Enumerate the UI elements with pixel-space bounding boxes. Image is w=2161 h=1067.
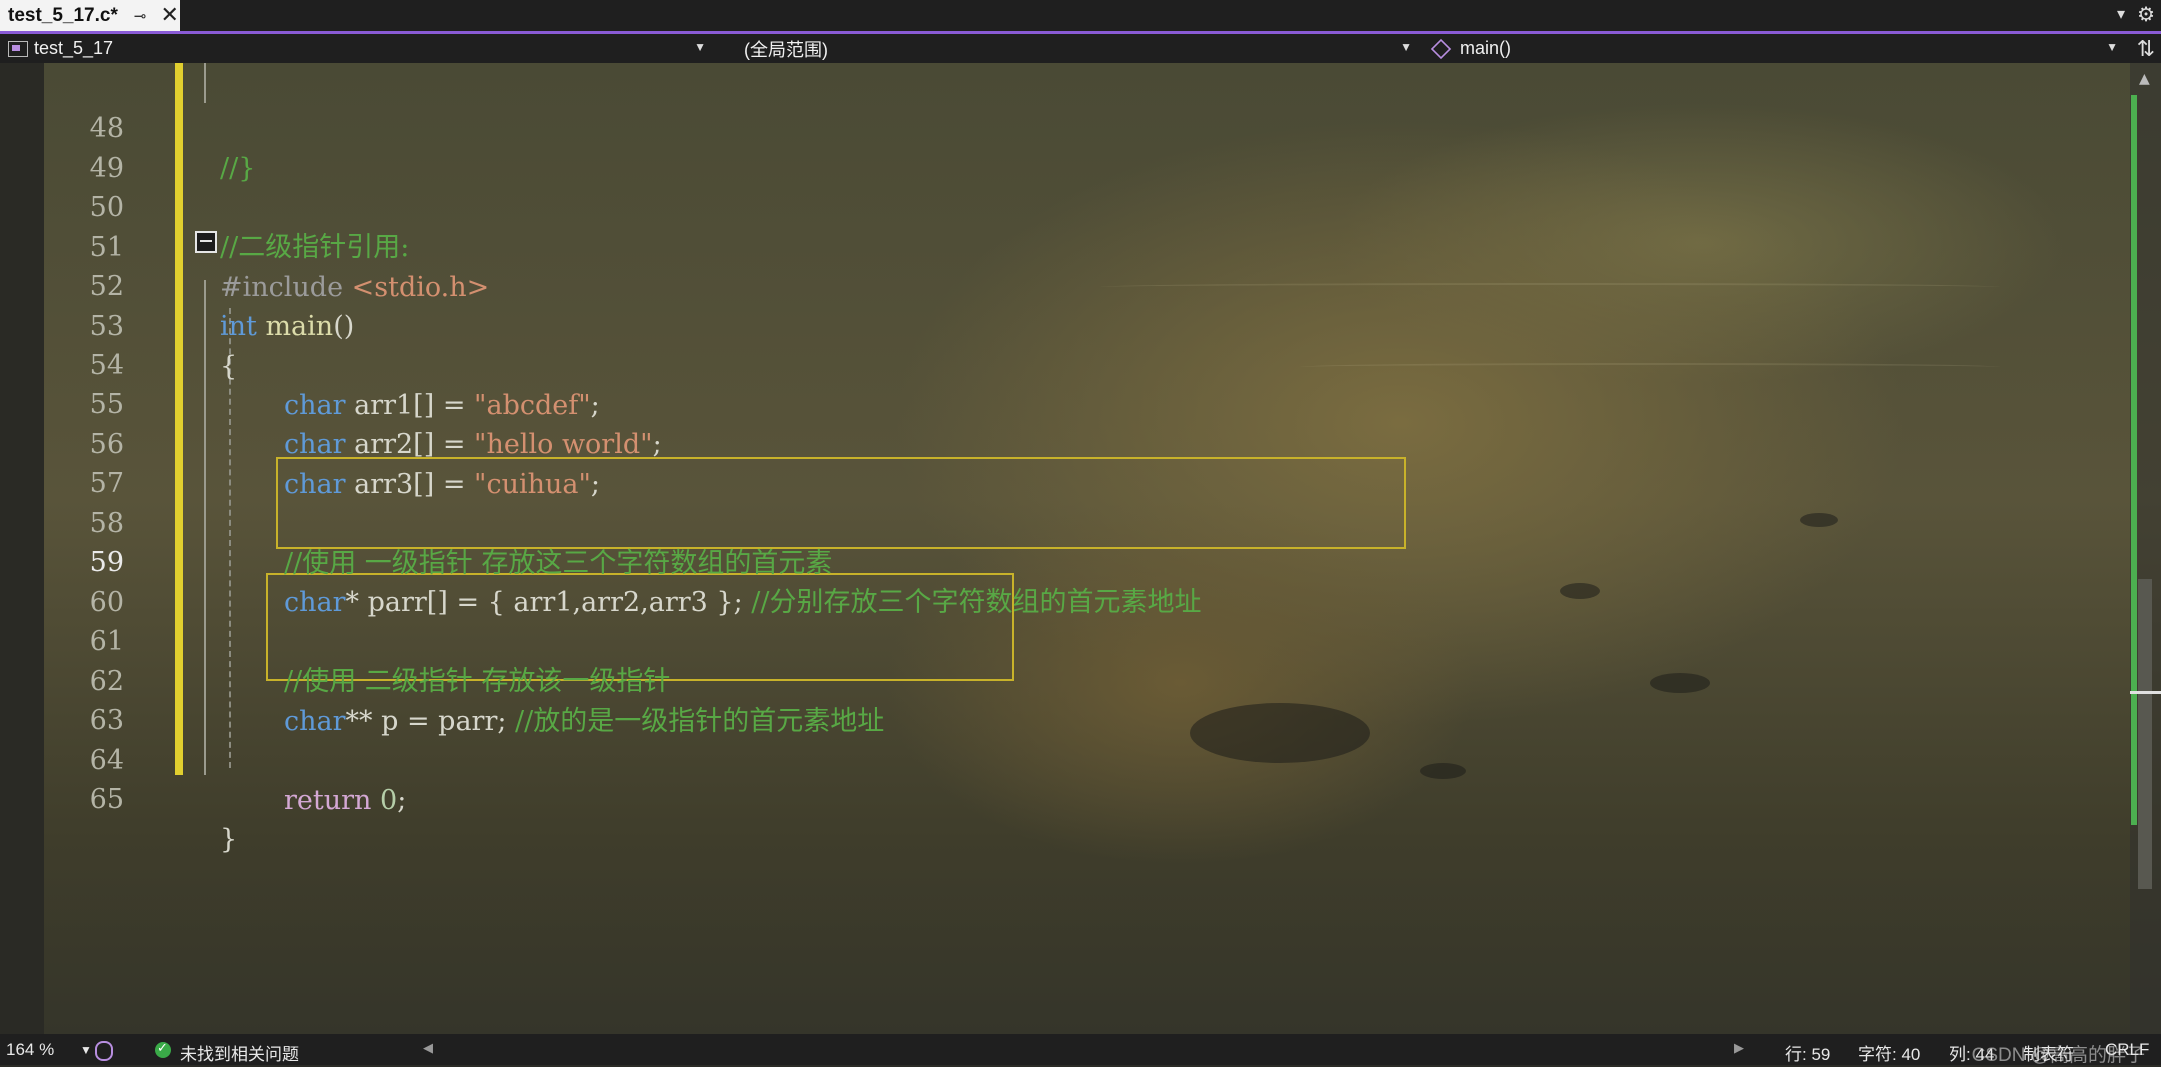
code-line: 63 (0, 661, 1530, 736)
function-cube-icon (1430, 38, 1452, 59)
code-line: 56 char arr3[] = "cuihua"; (0, 385, 1530, 500)
project-dropdown[interactable]: test_5_17 ▼ (0, 34, 712, 63)
project-icon (8, 40, 28, 57)
code-line: 53 { (0, 267, 1530, 382)
pin-icon[interactable]: ⊸ (134, 7, 147, 25)
change-map (2131, 95, 2137, 825)
vertical-scrollbar[interactable]: ▲ (2130, 63, 2161, 1034)
scope-name: (全局范围) (744, 39, 828, 60)
function-dropdown[interactable]: main() ▼ (1424, 34, 2124, 63)
close-icon[interactable]: ✕ (160, 4, 178, 27)
code-line: 52 int main() (0, 227, 1530, 342)
line-indicator[interactable]: 行: 59 (1785, 1040, 1830, 1065)
caret-position-marker (2130, 691, 2161, 694)
scroll-left-icon[interactable]: ◀ (423, 1040, 433, 1056)
scrollbar-thumb[interactable] (2138, 579, 2152, 889)
background-decoration (1560, 583, 1600, 599)
chevron-down-icon: ▼ (2106, 40, 2118, 54)
navigation-bar: test_5_17 ▼ (全局范围) ▼ main() ▼ ⇅ (0, 34, 2161, 63)
tab-title: test_5_17.c* (8, 4, 118, 26)
code-line: 50 //二级指针引用: (0, 148, 1530, 263)
status-bar: 164 % ▼ 未找到相关问题 ◀ ▶ 行: 59 字符: 40 列: 44 制… (0, 1034, 2161, 1066)
code-line: 65 } (0, 740, 1530, 855)
code-text: return 0; (284, 785, 407, 816)
copilot-icon[interactable] (95, 1041, 113, 1061)
code-line: 61 //使用 二级指针 存放该一级指针 (0, 582, 1530, 697)
code-line: 62 char** p = parr; //放的是一级指针的首元素地址 (0, 622, 1530, 737)
chevron-down-icon[interactable]: ▼ (80, 1043, 92, 1057)
background-decoration (1800, 513, 1838, 527)
line-number: 65 (89, 784, 124, 815)
document-tab-bar: test_5_17.c* ⊸ ✕ ▾ ⚙ (0, 0, 2161, 34)
code-line: 49 (0, 109, 1530, 184)
code-line: 57 (0, 424, 1530, 499)
code-line: 54 char arr1[] = "abcdef"; (0, 306, 1530, 421)
project-name: test_5_17 (34, 38, 114, 58)
tab-test-5-17[interactable]: test_5_17.c* ⊸ ✕ (0, 0, 180, 31)
gear-icon[interactable]: ⚙ (2137, 2, 2155, 26)
chevron-down-icon: ▼ (694, 40, 706, 54)
code-editor[interactable]: 48 //} 49 50 //二级指针引用: 51 #include <stdi… (0, 63, 2161, 1034)
background-decoration (1650, 673, 1710, 693)
zoom-level[interactable]: 164 % (6, 1040, 54, 1060)
char-indicator[interactable]: 字符: 40 (1858, 1040, 1920, 1065)
chevron-down-icon: ▼ (1400, 40, 1412, 54)
code-line: 64 return 0; (0, 701, 1530, 816)
issues-status[interactable]: 未找到相关问题 (180, 1040, 299, 1065)
code-line: 51 #include <stdio.h> (0, 188, 1530, 303)
check-circle-icon (155, 1040, 171, 1058)
code-line: 48 //} (0, 69, 1530, 184)
scroll-right-icon[interactable]: ▶ (1734, 1040, 1744, 1056)
code-text: } (220, 824, 238, 855)
function-name: main() (1460, 38, 1512, 58)
watermark: CSDN @高高的胖子 (1971, 1045, 2145, 1066)
code-line: 55 char arr2[] = "hello world"; (0, 345, 1530, 460)
scroll-up-icon[interactable]: ▲ (2139, 71, 2150, 87)
code-line-current: 59 char* parr[] = { arr1,arr2,arr3 }; //… (0, 503, 1530, 618)
tab-list-dropdown-icon[interactable]: ▾ (2117, 4, 2125, 23)
code-line: 58 //使用 一级指针 存放这三个字符数组的首元素 (0, 464, 1530, 579)
scope-dropdown[interactable]: (全局范围) ▼ (718, 34, 1418, 63)
code-line: 60 (0, 543, 1530, 618)
split-window-icon[interactable]: ⇅ (2137, 36, 2155, 62)
